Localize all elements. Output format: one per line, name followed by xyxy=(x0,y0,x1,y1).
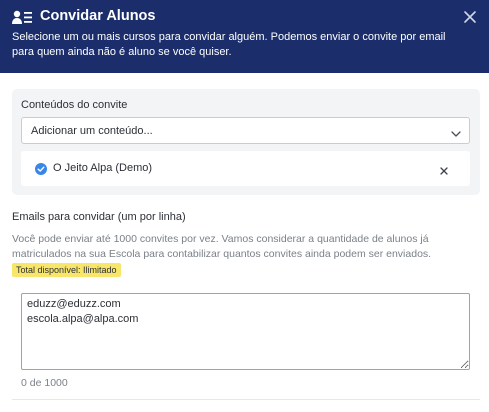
emails-textarea[interactable]: eduzz@eduzz.com escola.alpa@alpa.com xyxy=(21,293,470,370)
divider xyxy=(12,399,480,400)
availability-badge: Total disponível: Ilimitado xyxy=(12,263,121,277)
selected-content-item: O Jeito Alpa (Demo) xyxy=(21,151,470,186)
contents-label: Conteúdos do convite xyxy=(21,99,128,111)
chevron-down-icon xyxy=(451,126,461,137)
user-list-icon xyxy=(12,10,32,25)
check-circle-icon xyxy=(35,162,47,175)
dialog-description: Selecione um ou mais cursos para convida… xyxy=(12,31,446,58)
emails-label: Emails para convidar (um por linha) xyxy=(12,211,186,223)
close-icon[interactable] xyxy=(461,8,479,26)
contents-panel: Conteúdos do convite Adicionar um conteú… xyxy=(12,89,480,195)
content-select-placeholder: Adicionar um conteúdo... xyxy=(31,125,153,137)
selected-content-label: O Jeito Alpa (Demo) xyxy=(53,162,153,174)
dialog-header: Convidar Alunos Selecione um ou mais cur… xyxy=(0,0,489,73)
email-counter: 0 de 1000 xyxy=(21,377,68,389)
emails-help-text: Você pode enviar até 1000 convites por v… xyxy=(12,233,432,260)
content-select[interactable]: Adicionar um conteúdo... xyxy=(21,117,470,144)
dialog-title: Convidar Alunos xyxy=(40,8,156,24)
remove-content-button[interactable] xyxy=(439,163,449,175)
